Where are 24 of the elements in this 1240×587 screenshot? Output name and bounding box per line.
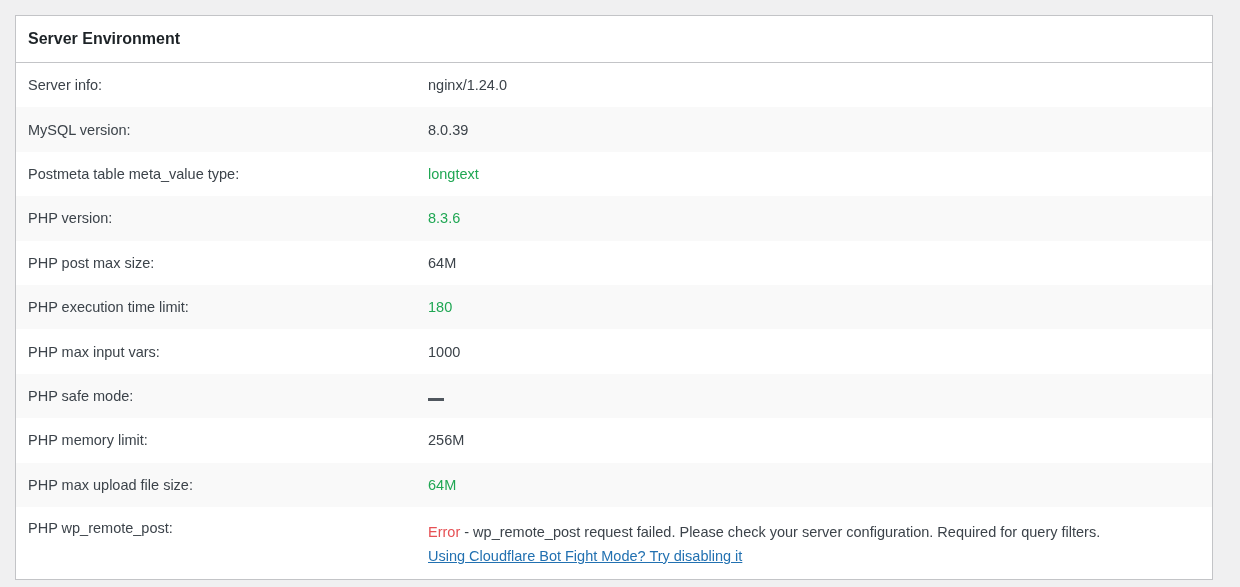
row-label: MySQL version: [28,121,132,138]
row-label: PHP wp_remote_post: [28,519,174,536]
row-label: PHP post max size: [28,254,156,271]
row-value: nginx/1.24.0 [428,77,508,94]
row-label: Server info: [28,77,104,94]
row-value: 8.0.39 [428,121,470,138]
row-value: 64M [428,254,458,271]
row-label: PHP safe mode: [28,387,135,404]
row-value: 256M [428,432,466,449]
row-label: Postmeta table meta_value type: [28,165,241,182]
row-label: PHP version: [28,210,114,227]
row-value: 64M [428,476,458,493]
row-value: 1000 [428,343,462,360]
panel-title: Server Environment [28,30,181,48]
row-label: PHP memory limit: [28,432,149,449]
row-label: PHP max input vars: [28,343,161,360]
row-label: PHP execution time limit: [28,299,190,316]
row-value: 8.3.6 [428,210,462,227]
row-value: 180 [428,299,454,316]
help-link[interactable]: Using Cloudflare Bot Fight Mode? Try disabling it [428,547,743,564]
dash-icon [428,397,444,401]
row-label: PHP max upload file size: [28,476,194,493]
error-message: Error - wp_remote_post request failed. Please check your server configuration. Required for query filters. [428,522,1102,542]
row-value: longtext [428,165,480,182]
